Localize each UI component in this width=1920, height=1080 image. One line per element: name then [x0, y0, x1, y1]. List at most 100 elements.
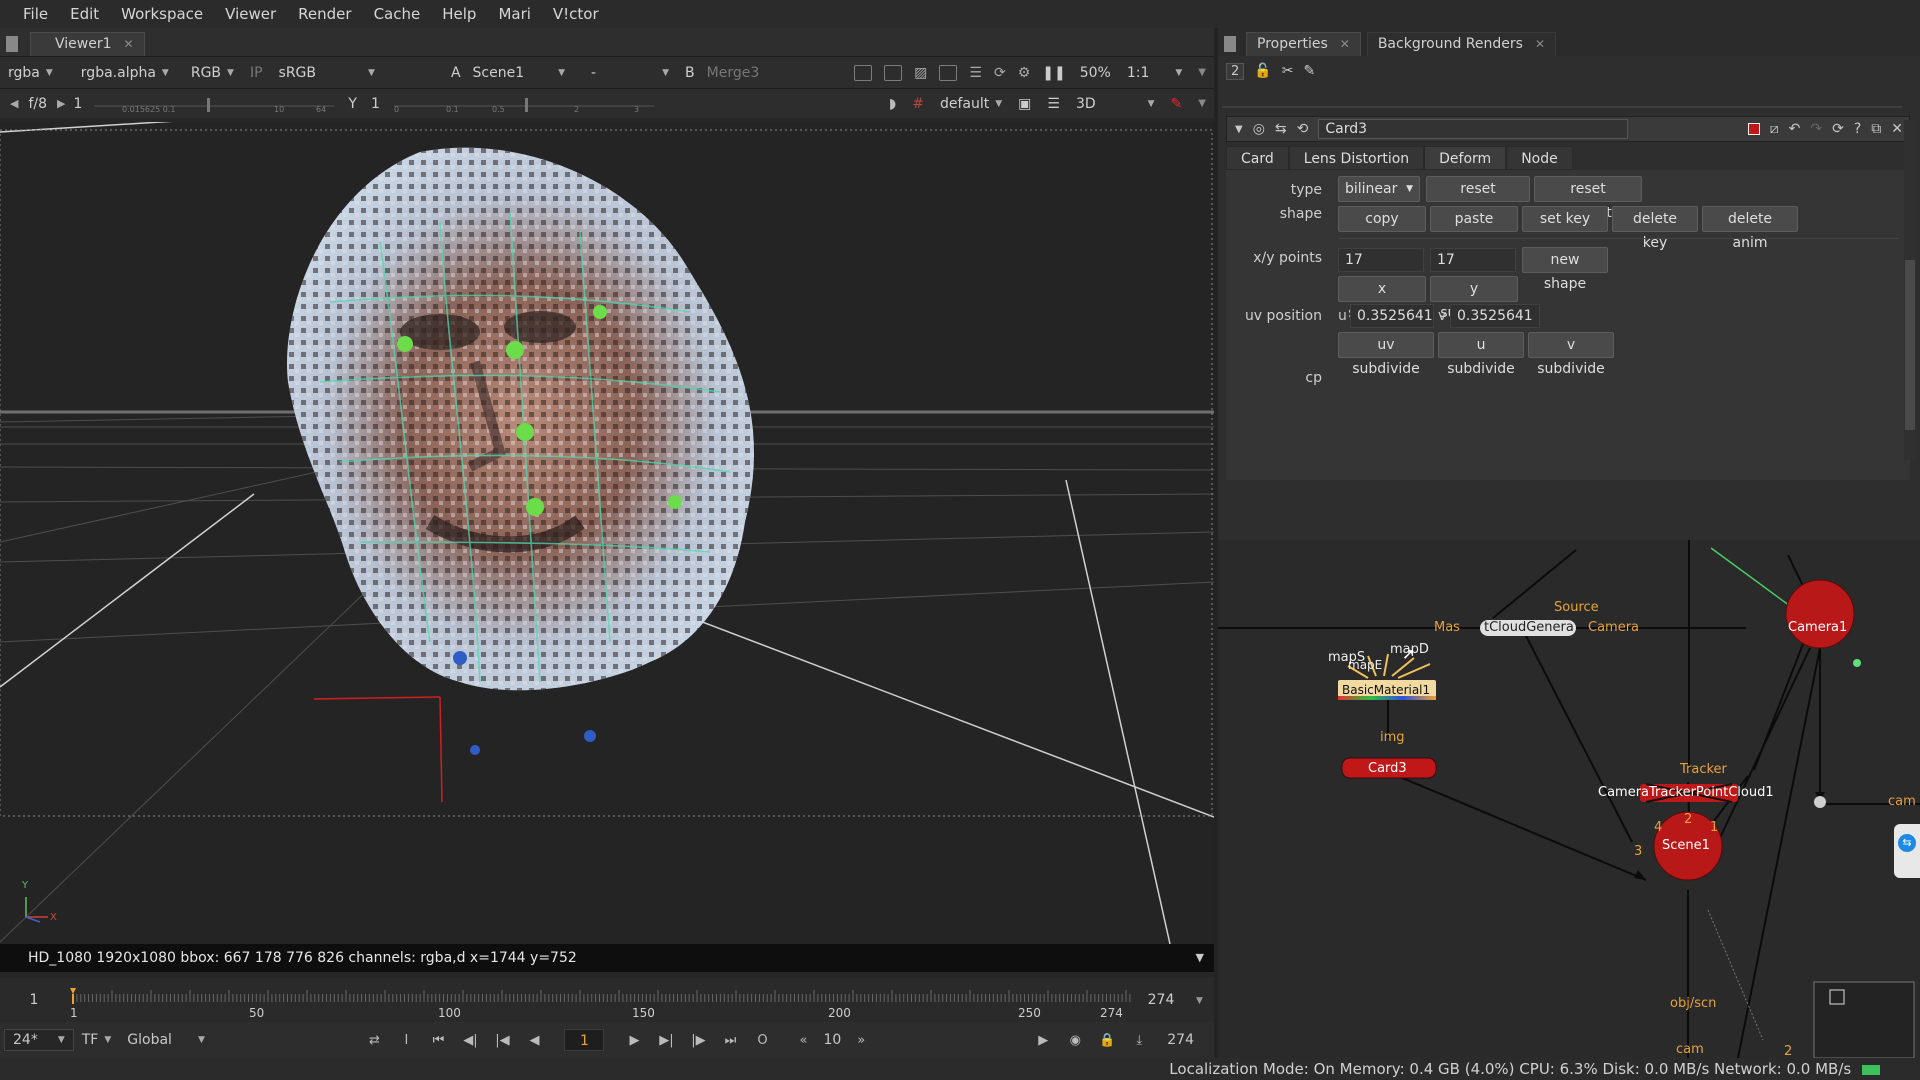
chevron-down-icon[interactable]: ▼ — [1196, 996, 1203, 1006]
tab-node[interactable]: Node — [1506, 146, 1573, 170]
v-value-field[interactable]: 0.3525641 — [1450, 304, 1540, 328]
node-center-icon[interactable]: ◎ — [1253, 121, 1265, 137]
info-expand-icon[interactable]: ▼ — [1196, 944, 1204, 972]
menu-lines-icon[interactable]: ☰ — [1047, 96, 1060, 112]
gain-slider[interactable]: 0.015625 0.1 10 64 — [94, 94, 335, 114]
camera1-node[interactable] — [1785, 579, 1855, 649]
range-icon[interactable]: ⤓ — [1128, 1029, 1150, 1051]
redo-icon[interactable]: ⟳ — [1832, 121, 1844, 137]
clear-panels-icon[interactable]: ✂ — [1282, 63, 1294, 79]
minimap[interactable] — [1813, 981, 1915, 1058]
loop-icon[interactable]: ⇄ — [363, 1029, 385, 1051]
compare-dropdown[interactable]: - ▼ — [583, 65, 677, 81]
menu-mari[interactable]: Mari — [487, 0, 541, 28]
help-icon[interactable]: ? — [1854, 121, 1861, 137]
menu-viewer[interactable]: Viewer — [214, 0, 287, 28]
overlay-icon[interactable] — [939, 64, 958, 81]
menu-render[interactable]: Render — [287, 0, 362, 28]
current-frame-field[interactable]: 1 — [564, 1029, 605, 1051]
viewport-scene[interactable] — [0, 122, 1214, 944]
flipbook-icon[interactable]: ▶ — [1032, 1029, 1054, 1051]
ratio-dropdown[interactable]: 1:1 ▼ — [1119, 65, 1190, 81]
lock-icon[interactable]: 🔒 — [1096, 1029, 1118, 1051]
scope-dropdown[interactable]: Global ▼ — [119, 1032, 213, 1048]
reset-handles-button[interactable]: reset handles — [1426, 176, 1530, 221]
timeline-ruler[interactable] — [62, 978, 1132, 1024]
alpha-dropdown[interactable]: rgba.alpha ▼ — [73, 65, 177, 81]
close-icon[interactable]: ✕ — [1340, 33, 1350, 56]
node-color-picker-icon[interactable]: ⧄ — [1770, 121, 1779, 137]
close-icon[interactable]: ✕ — [1891, 121, 1903, 137]
next-key-icon[interactable]: |▶ — [687, 1029, 709, 1051]
timeline[interactable]: 1 1 50 100 150 200 250 274 274 ▼ — [0, 978, 1214, 1026]
fstop-value[interactable]: f/8 — [28, 96, 47, 112]
close-icon[interactable]: ✕ — [124, 33, 134, 56]
paste-button[interactable]: paste — [1430, 206, 1518, 232]
roi-icon[interactable] — [854, 64, 873, 81]
collapse-icon[interactable]: ▼ — [1235, 124, 1243, 135]
step-value[interactable]: 10 — [823, 1032, 841, 1048]
zoom-level[interactable]: 50% — [1080, 65, 1111, 81]
menu-workspace[interactable]: Workspace — [110, 0, 214, 28]
u-value-field[interactable]: 0.3525641 — [1350, 304, 1434, 328]
menu-lines-icon[interactable]: ☰ — [969, 65, 982, 81]
chevron-more-icon[interactable]: ▼ — [1198, 98, 1206, 109]
x-points-field[interactable]: 17 — [1338, 248, 1424, 272]
type-dropdown[interactable]: bilinear ▼ — [1338, 176, 1420, 202]
uv-subdivide-button[interactable]: uv subdivide — [1338, 332, 1434, 377]
play-backward-icon[interactable]: ◀ — [523, 1029, 545, 1051]
menu-victor[interactable]: V!ctor — [542, 0, 610, 28]
ip-button[interactable]: IP — [242, 65, 271, 81]
clip-icon[interactable]: ◗ — [889, 96, 896, 112]
fps-dropdown[interactable]: 24* ▼ — [4, 1029, 74, 1051]
view-mode-dropdown[interactable]: 3D ▼ — [1068, 96, 1163, 112]
next-frame-icon[interactable]: ▶| — [655, 1029, 677, 1051]
tab-deform[interactable]: Deform — [1424, 146, 1507, 170]
gamma-value[interactable]: 1 — [371, 96, 380, 112]
float-panel-icon[interactable]: ⧉ — [1871, 121, 1881, 137]
node-undo-icon[interactable]: ⟲ — [1297, 121, 1309, 137]
a-input-dropdown[interactable]: A Scene1 ▼ — [443, 65, 573, 81]
refresh-icon[interactable]: ⟳ — [994, 65, 1006, 81]
undo-icon[interactable]: ↷ — [1810, 121, 1822, 137]
scrollbar-thumb[interactable] — [1905, 260, 1915, 430]
paint-icon[interactable]: ✎ — [1171, 96, 1183, 112]
tab-lens-distortion[interactable]: Lens Distortion — [1288, 146, 1425, 170]
gain-value[interactable]: 1 — [74, 96, 83, 112]
copy-button[interactable]: copy — [1338, 206, 1426, 232]
delete-anim-button[interactable]: delete anim — [1702, 206, 1798, 251]
wipe-icon[interactable]: ▨ — [914, 65, 927, 81]
timeline-start-frame[interactable]: 1 — [14, 992, 54, 1008]
channels-dropdown[interactable]: rgba ▼ — [0, 65, 61, 81]
last-frame-field[interactable]: 274 — [1167, 1032, 1194, 1048]
play-icon[interactable]: ▶ — [623, 1029, 645, 1051]
side-widget-icon[interactable]: ⇆ — [1894, 824, 1920, 878]
y-points-field[interactable]: 17 — [1430, 248, 1516, 272]
menu-help[interactable]: Help — [431, 0, 487, 28]
camera-icon[interactable]: ▣ — [1018, 96, 1031, 112]
record-icon[interactable]: ◉ — [1064, 1029, 1086, 1051]
u-subdivide-button[interactable]: u subdivide — [1438, 332, 1524, 377]
lock-icon[interactable]: 🔓 — [1254, 63, 1271, 79]
set-key-button[interactable]: set key — [1522, 206, 1608, 232]
last-frame-icon[interactable]: ⏭ — [719, 1029, 741, 1051]
y-subdivide-button[interactable]: y subdivide — [1430, 276, 1518, 321]
delete-key-button[interactable]: delete key — [1612, 206, 1698, 251]
first-frame-icon[interactable]: ⏮ — [427, 1029, 449, 1051]
prev-key-icon[interactable]: ◀| — [459, 1029, 481, 1051]
timeline-end-frame[interactable]: 274 — [1132, 992, 1190, 1008]
node-float-icon[interactable]: ⇆ — [1275, 121, 1287, 137]
chevron-more-icon[interactable]: ▼ — [1198, 67, 1206, 78]
gamma-slider[interactable]: 0 0.1 0.5 2 3 — [393, 94, 654, 114]
x-subdivide-button[interactable]: x subdivide — [1338, 276, 1426, 321]
close-icon[interactable]: ✕ — [1535, 33, 1545, 56]
reset-tangents-button[interactable]: reset tangents — [1534, 176, 1642, 221]
in-point-icon[interactable]: I — [395, 1029, 417, 1051]
pause-icon[interactable]: ❚❚ — [1042, 65, 1065, 81]
viewport-3d[interactable]: Y X — [0, 122, 1214, 944]
menu-cache[interactable]: Cache — [363, 0, 432, 28]
safe-area-icon[interactable] — [884, 64, 903, 81]
tf-dropdown[interactable]: TF ▼ — [74, 1032, 120, 1048]
colorspace-dropdown[interactable]: sRGB ▼ — [271, 65, 383, 81]
skip-back-icon[interactable]: « — [792, 1029, 814, 1051]
